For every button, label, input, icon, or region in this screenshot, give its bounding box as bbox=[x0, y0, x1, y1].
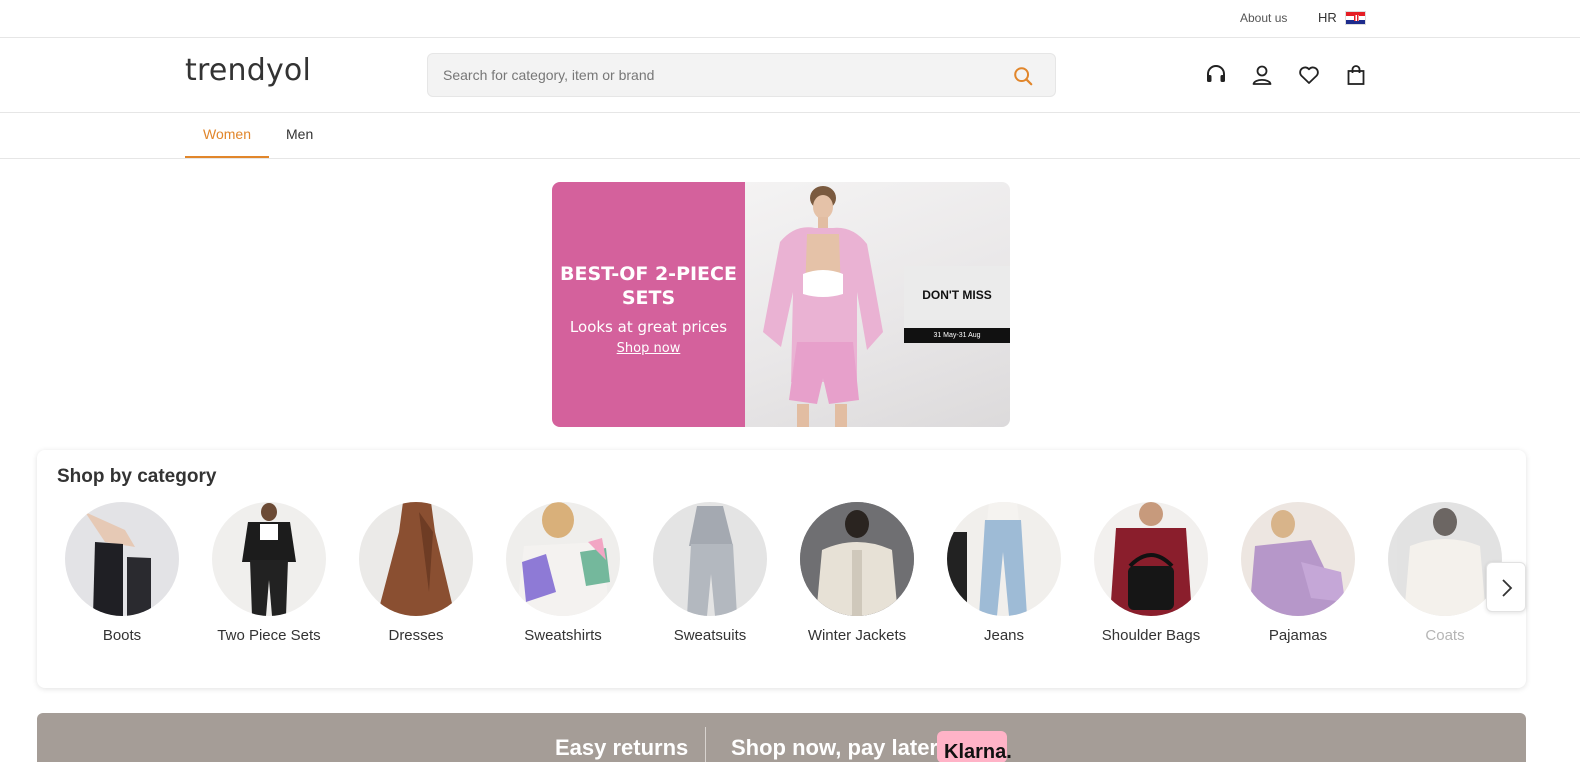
category-shoulder-bags[interactable]: Shoulder Bags bbox=[1076, 502, 1226, 652]
category-label: Sweatsuits bbox=[673, 627, 747, 644]
dont-miss-badge: DON'T MISS bbox=[904, 266, 1010, 328]
promo-date: 31 May-31 Aug bbox=[904, 328, 1010, 343]
category-image bbox=[1241, 502, 1355, 616]
category-image bbox=[506, 502, 620, 616]
category-image bbox=[1094, 502, 1208, 616]
search-input[interactable] bbox=[443, 65, 1003, 85]
heart-icon[interactable] bbox=[1297, 63, 1321, 87]
category-boots[interactable]: Boots bbox=[47, 502, 197, 652]
user-icon[interactable] bbox=[1250, 63, 1274, 87]
category-winter-jackets[interactable]: Winter Jackets bbox=[782, 502, 932, 652]
banner-image: DON'T MISS 31 May-31 Aug bbox=[745, 182, 1010, 427]
klarna-logo-text: Klarna. bbox=[944, 741, 1012, 762]
gender-tabs: Women Men bbox=[0, 114, 1580, 159]
category-label: Pajamas bbox=[1268, 627, 1328, 644]
category-next-button[interactable] bbox=[1486, 562, 1526, 612]
category-label: Sweatshirts bbox=[524, 627, 602, 644]
about-us-link[interactable]: About us bbox=[1240, 11, 1287, 25]
category-jeans[interactable]: Jeans bbox=[929, 502, 1079, 652]
banner-text-panel: BEST-OF 2-PIECE SETS Looks at great pric… bbox=[552, 182, 745, 427]
easy-returns-text: Easy returns bbox=[555, 735, 689, 760]
banner-title: BEST-OF 2-PIECE SETS bbox=[560, 263, 737, 309]
croatia-flag-icon[interactable] bbox=[1345, 11, 1366, 25]
top-utility-bar: About us HR bbox=[0, 0, 1580, 38]
klarna-logo: Klarna. bbox=[937, 731, 1012, 762]
category-dresses[interactable]: Dresses bbox=[341, 502, 491, 652]
category-label: Boots bbox=[102, 627, 142, 644]
shopping-bag-icon[interactable] bbox=[1344, 63, 1368, 87]
main-header: trendyol bbox=[0, 39, 1580, 113]
category-label: Coats bbox=[1425, 627, 1465, 644]
tab-women[interactable]: Women bbox=[203, 126, 251, 142]
benefits-strip: Easy returns Shop now, pay later Klarna. bbox=[37, 713, 1526, 762]
category-sweatshirts[interactable]: Sweatshirts bbox=[488, 502, 638, 652]
category-pajamas[interactable]: Pajamas bbox=[1223, 502, 1373, 652]
promo-banner[interactable]: BEST-OF 2-PIECE SETS Looks at great pric… bbox=[552, 182, 1010, 427]
trendyol-logo[interactable]: trendyol bbox=[185, 53, 311, 88]
category-two-piece-sets[interactable]: Two Piece Sets bbox=[194, 502, 344, 652]
category-sweatsuits[interactable]: Sweatsuits bbox=[635, 502, 785, 652]
section-title: Shop by category bbox=[57, 466, 217, 487]
category-label: Winter Jackets bbox=[807, 627, 907, 644]
category-label: Dresses bbox=[388, 627, 444, 644]
tab-men[interactable]: Men bbox=[286, 126, 313, 142]
headset-icon[interactable] bbox=[1204, 63, 1228, 87]
active-tab-indicator bbox=[185, 156, 269, 158]
search-bar bbox=[427, 53, 1056, 97]
shop-now-link[interactable]: Shop now bbox=[552, 341, 745, 356]
category-label: Two Piece Sets bbox=[217, 627, 321, 644]
category-image bbox=[800, 502, 914, 616]
category-image bbox=[1388, 502, 1502, 616]
shop-by-category-section: Shop by category Boots Two Piece Sets Dr… bbox=[37, 450, 1526, 688]
category-image bbox=[359, 502, 473, 616]
category-label: Jeans bbox=[983, 627, 1025, 644]
language-code[interactable]: HR bbox=[1318, 10, 1337, 25]
category-image bbox=[947, 502, 1061, 616]
search-icon[interactable] bbox=[1012, 65, 1034, 87]
model-illustration bbox=[763, 186, 883, 427]
pay-later-text: Shop now, pay later bbox=[731, 735, 938, 760]
strip-divider bbox=[705, 727, 706, 762]
category-image bbox=[653, 502, 767, 616]
banner-subtitle: Looks at great prices bbox=[569, 318, 728, 336]
chevron-right-icon bbox=[1502, 579, 1513, 597]
category-image bbox=[212, 502, 326, 616]
category-label: Shoulder Bags bbox=[1101, 627, 1201, 644]
dont-miss-text: DON'T MISS bbox=[922, 288, 992, 302]
category-image bbox=[65, 502, 179, 616]
